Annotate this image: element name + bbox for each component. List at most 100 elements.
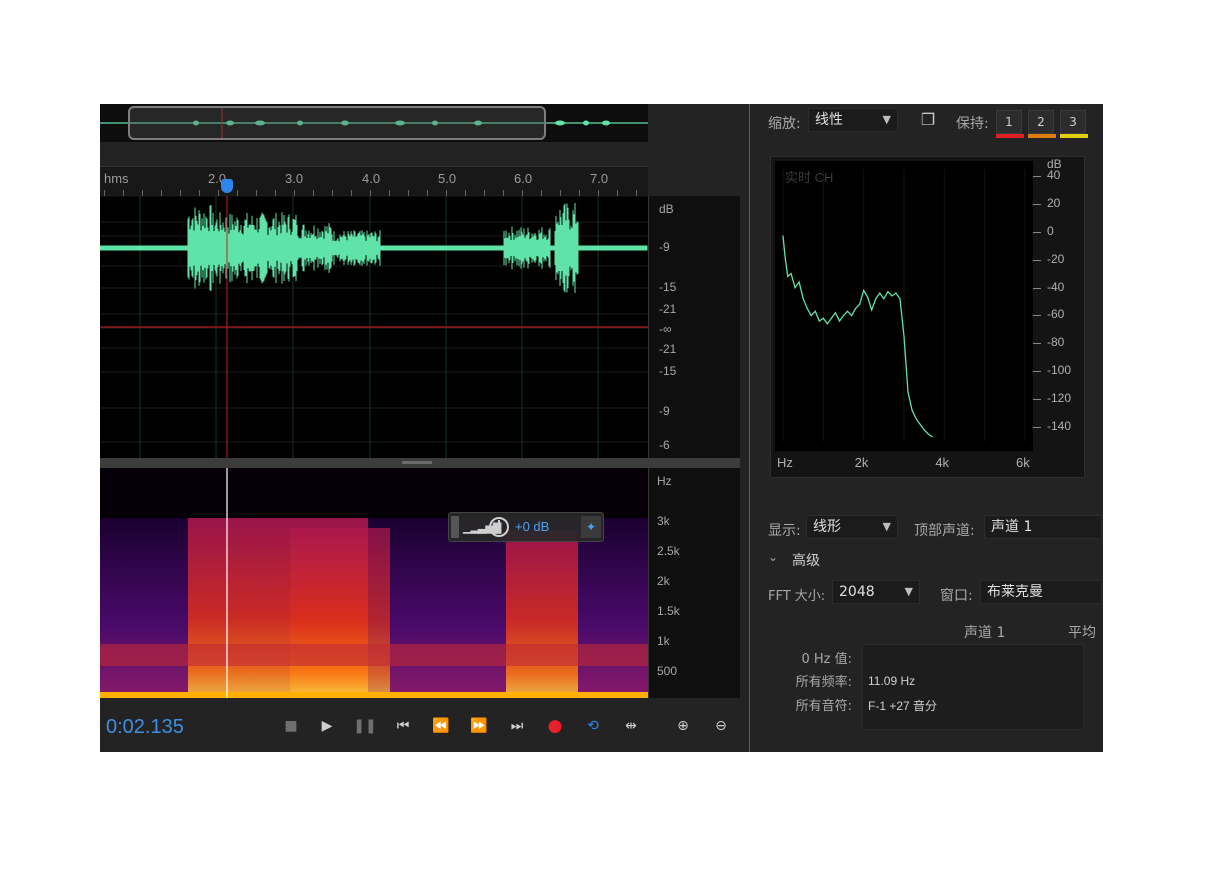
gain-hud[interactable]: ▁▂▃▅▇ +0 dB ✦ bbox=[448, 512, 604, 542]
ruler-tick-label: 4.0 bbox=[362, 171, 381, 186]
chevron-down-icon: ▼ bbox=[904, 585, 913, 598]
ruler-tick-label: 6.0 bbox=[514, 171, 533, 186]
spectrum-point bbox=[907, 391, 909, 393]
y-tick bbox=[1033, 287, 1041, 289]
spectral-display[interactable] bbox=[100, 468, 648, 698]
skip-to-start-button[interactable]: ⏮ bbox=[390, 714, 416, 738]
db-label: -21 bbox=[659, 342, 677, 356]
hz-unit-label: Hz bbox=[657, 474, 672, 488]
window-function-value: 布莱克曼 bbox=[987, 584, 1043, 600]
divider-grip[interactable] bbox=[402, 461, 432, 464]
zoom-scale-select[interactable]: 线性 ▼ bbox=[808, 108, 898, 132]
hz-label: 1k bbox=[657, 634, 670, 648]
frequency-graph[interactable]: 实时 CH dB 40 20 0 -20 -40 -60 -80 -100 -120 -140 Hz… bbox=[770, 156, 1085, 478]
chevron-down-icon: ▼ bbox=[882, 520, 891, 533]
spectrum-point bbox=[822, 317, 824, 319]
spectrum-point bbox=[787, 275, 789, 278]
spectrum-point bbox=[895, 292, 897, 294]
y-tick-label: -80 bbox=[1047, 335, 1065, 350]
display-label: 显示: bbox=[768, 523, 801, 539]
top-channel-value: 声道 1 bbox=[991, 519, 1033, 535]
chevron-down-icon[interactable]: ⌄ bbox=[768, 550, 778, 564]
rewind-button[interactable]: ⏪ bbox=[428, 714, 454, 738]
overview-navigator[interactable] bbox=[100, 104, 648, 142]
spectrum-point bbox=[846, 310, 849, 312]
spectrum-point bbox=[867, 296, 869, 298]
x-axis-unit: Hz bbox=[777, 455, 793, 470]
y-tick-label: 40 bbox=[1047, 167, 1061, 182]
y-tick bbox=[1033, 427, 1041, 429]
spectrum-point bbox=[784, 259, 787, 261]
y-tick-label: 20 bbox=[1047, 195, 1061, 210]
spectrum-point bbox=[903, 335, 905, 337]
zoom-scale-value: 线性 bbox=[815, 112, 843, 128]
spectrum-point bbox=[883, 298, 885, 300]
overview-thumb[interactable] bbox=[128, 106, 546, 140]
stop-button[interactable]: ■ bbox=[278, 714, 304, 738]
x-tick-label: 6k bbox=[1016, 455, 1030, 470]
hold-button-3[interactable]: 3 bbox=[1060, 110, 1086, 134]
window-function-select[interactable]: 布莱克曼 bbox=[980, 580, 1102, 604]
transport-bar: 0:02.135 ■ ▶ ❚❚ ⏮ ⏪ ⏩ ⏭ ● ⟲ ⇹ ⊕ ⊖ bbox=[100, 708, 750, 744]
spectrum-point bbox=[802, 298, 804, 300]
chevron-down-icon: ▼ bbox=[882, 113, 891, 126]
y-tick bbox=[1033, 175, 1041, 177]
spectrum-point bbox=[850, 314, 853, 317]
spectrum-point bbox=[838, 320, 841, 322]
x-tick-label: 4k bbox=[935, 455, 950, 470]
spectrum-point bbox=[810, 314, 812, 317]
hold-button-1[interactable]: 1 bbox=[996, 110, 1022, 134]
hud-drag-grip[interactable] bbox=[451, 516, 459, 538]
record-button[interactable]: ● bbox=[542, 714, 568, 738]
hold-button-2[interactable]: 2 bbox=[1028, 110, 1054, 134]
panel-divider[interactable] bbox=[100, 458, 740, 468]
zoom-out-amplitude-icon[interactable]: ⊖ bbox=[708, 714, 734, 738]
zoom-in-amplitude-icon[interactable]: ⊕ bbox=[670, 714, 696, 738]
timecode-display[interactable]: 0:02.135 bbox=[106, 716, 184, 739]
hz-label: 1.5k bbox=[657, 604, 680, 618]
waveform-display[interactable] bbox=[99, 195, 648, 458]
column-header-average: 平均 bbox=[1068, 625, 1096, 641]
hold-color-bar bbox=[996, 134, 1024, 138]
db-label: -15 bbox=[659, 364, 677, 378]
hold-color-bar bbox=[1028, 134, 1056, 138]
spectrum-line bbox=[782, 235, 933, 438]
loop-playback-button[interactable]: ⟲ bbox=[580, 714, 606, 738]
ruler-tick-label: 7.0 bbox=[590, 171, 609, 186]
pause-button[interactable]: ❚❚ bbox=[352, 714, 378, 738]
gain-knob[interactable] bbox=[489, 517, 509, 537]
spectrum-point bbox=[915, 418, 917, 420]
editor-panel: hms 2.0 3.0 4.0 5.0 6.0 7.0 dB -9 -15 -2… bbox=[99, 104, 750, 752]
ruler-tick-label: 5.0 bbox=[438, 171, 457, 186]
amplitude-scale[interactable]: dB -9 -15 -21 -∞ -21 -15 -9 -6 bbox=[648, 196, 740, 458]
y-tick bbox=[1033, 259, 1041, 261]
skip-to-end-button[interactable]: ⏭ bbox=[504, 714, 530, 738]
spectrum-point bbox=[798, 281, 800, 283]
y-tick bbox=[1033, 343, 1041, 345]
hz-label: 2.5k bbox=[657, 544, 680, 558]
time-ruler[interactable]: hms 2.0 3.0 4.0 5.0 6.0 7.0 bbox=[100, 166, 648, 196]
zoom-label: 缩放: bbox=[768, 116, 801, 132]
y-tick bbox=[1033, 399, 1041, 401]
ruler-tick-label: 3.0 bbox=[285, 171, 304, 186]
row-label-frequency: 所有频率: bbox=[795, 675, 852, 690]
display-type-select[interactable]: 线形 ▼ bbox=[806, 515, 898, 539]
frequency-scale[interactable]: Hz 3k 2.5k 2k 1.5k 1k 500 bbox=[648, 468, 740, 698]
copy-icon[interactable]: ❐ bbox=[916, 108, 940, 132]
spectrum-point bbox=[879, 292, 881, 294]
pin-icon[interactable]: ✦ bbox=[581, 516, 601, 538]
gain-value: +0 dB bbox=[515, 519, 550, 534]
top-channel-select[interactable]: 声道 1 bbox=[984, 515, 1102, 539]
hz-label: 500 bbox=[657, 664, 678, 678]
playhead-handle[interactable] bbox=[221, 179, 233, 193]
spectrum-point bbox=[911, 409, 913, 411]
fft-size-select[interactable]: 2048 ▼ bbox=[832, 580, 920, 604]
db-unit-label: dB bbox=[659, 202, 674, 216]
x-tick-label: 2k bbox=[854, 455, 869, 470]
spectrum-point bbox=[899, 298, 901, 300]
skip-selection-button[interactable]: ⇹ bbox=[618, 714, 644, 738]
db-label: -∞ bbox=[659, 322, 672, 336]
play-button[interactable]: ▶ bbox=[314, 714, 340, 738]
advanced-section-toggle[interactable]: 高级 bbox=[792, 550, 820, 570]
fast-forward-button[interactable]: ⏩ bbox=[466, 714, 492, 738]
